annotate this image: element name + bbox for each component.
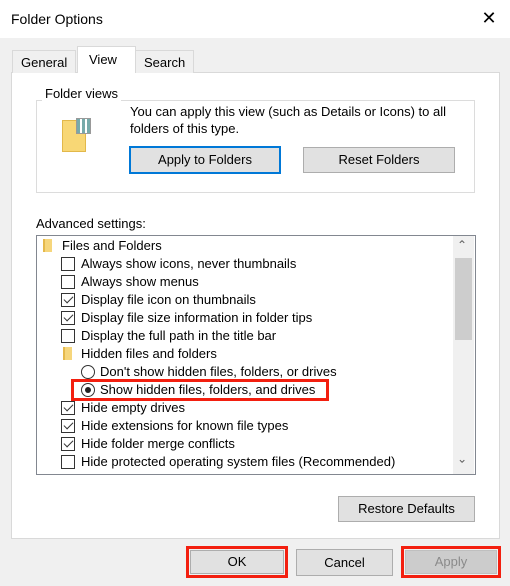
checkbox[interactable] <box>61 455 75 469</box>
checkbox[interactable] <box>61 401 75 415</box>
checkbox[interactable] <box>61 257 75 271</box>
apply-highlight <box>401 546 501 578</box>
advanced-settings-label: Advanced settings: <box>36 216 146 231</box>
list-item[interactable]: Hidden files and folders <box>37 345 457 363</box>
folder-views-label: Folder views <box>42 86 121 101</box>
close-icon[interactable]: ✕ <box>478 6 500 30</box>
list-item[interactable]: Display the full path in the title bar <box>37 327 457 345</box>
checkbox[interactable] <box>61 275 75 289</box>
ok-highlight <box>186 546 288 578</box>
scrollbar-thumb[interactable] <box>455 258 472 340</box>
list-item-label: Hide empty drives <box>81 400 186 415</box>
list-item[interactable]: Always show icons, never thumbnails <box>37 255 457 273</box>
folder-icon <box>43 239 52 252</box>
selection-highlight <box>71 379 329 401</box>
list-item-label: Always show menus <box>81 274 199 289</box>
folder-view-icon <box>62 118 91 153</box>
list-item[interactable]: Hide empty drives <box>37 399 457 417</box>
list-item[interactable]: Files and Folders <box>37 237 457 255</box>
list-item-label: Display file size information in folder … <box>81 310 313 325</box>
checkbox[interactable] <box>61 293 75 307</box>
checkbox[interactable] <box>61 311 75 325</box>
tab-search[interactable]: Search <box>135 50 195 73</box>
list-item-label: Hide protected operating system files (R… <box>81 454 396 469</box>
cancel-button[interactable]: Cancel <box>296 549 393 576</box>
list-item[interactable]: Display file size information in folder … <box>37 309 457 327</box>
scroll-up-icon[interactable]: ⌃ <box>457 238 467 252</box>
tab-general[interactable]: General <box>12 50 77 73</box>
list-item-label: Display the full path in the title bar <box>81 328 277 343</box>
list-item[interactable]: Display file icon on thumbnails <box>37 291 457 309</box>
folder-views-description-2: folders of this type. <box>130 121 240 136</box>
list-item-label: Hide folder merge conflicts <box>81 436 235 451</box>
checkbox[interactable] <box>61 419 75 433</box>
list-item-label: Hidden files and folders <box>81 346 217 361</box>
checkbox[interactable] <box>61 329 75 343</box>
scroll-down-icon[interactable]: ⌃ <box>457 451 467 465</box>
advanced-settings-list[interactable]: Files and Folders Always show icons, neve… <box>36 235 476 475</box>
list-item[interactable]: Hide protected operating system files (R… <box>37 453 457 471</box>
reset-folders-button[interactable]: Reset Folders <box>303 147 455 173</box>
apply-to-folders-button[interactable]: Apply to Folders <box>129 146 281 174</box>
restore-defaults-button[interactable]: Restore Defaults <box>338 496 475 522</box>
list-item-label: Hide extensions for known file types <box>81 418 289 433</box>
radio-button[interactable] <box>81 365 95 379</box>
checkbox[interactable] <box>61 437 75 451</box>
folder-icon <box>63 347 72 360</box>
list-item[interactable]: Always show menus <box>37 273 457 291</box>
folder-views-description-1: You can apply this view (such as Details… <box>130 104 447 119</box>
window-title: Folder Options <box>11 11 103 27</box>
list-item-label: Files and Folders <box>62 238 162 253</box>
list-item[interactable]: Hide extensions for known file types <box>37 417 457 435</box>
list-item-label: Display file icon on thumbnails <box>81 292 256 307</box>
tab-view[interactable]: View <box>77 46 136 73</box>
list-item[interactable]: Hide folder merge conflicts <box>37 435 457 453</box>
list-item-label: Always show icons, never thumbnails <box>81 256 297 271</box>
